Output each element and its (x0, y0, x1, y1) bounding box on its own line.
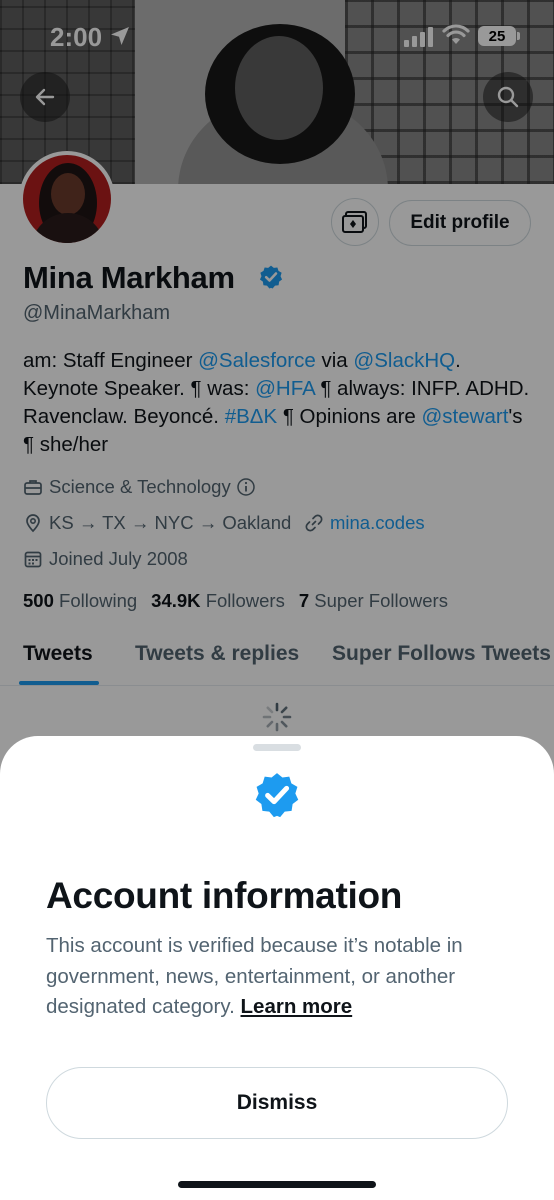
verified-badge-icon (255, 773, 299, 818)
home-indicator (178, 1181, 376, 1188)
sheet-title: Account information (46, 875, 403, 916)
account-info-sheet: Account information This account is veri… (0, 736, 554, 1200)
sheet-description: This account is verified because it’s no… (46, 931, 516, 1023)
learn-more-link[interactable]: Learn more (241, 995, 353, 1018)
dismiss-button[interactable]: Dismiss (46, 1067, 508, 1139)
sheet-grabber[interactable] (253, 744, 301, 751)
